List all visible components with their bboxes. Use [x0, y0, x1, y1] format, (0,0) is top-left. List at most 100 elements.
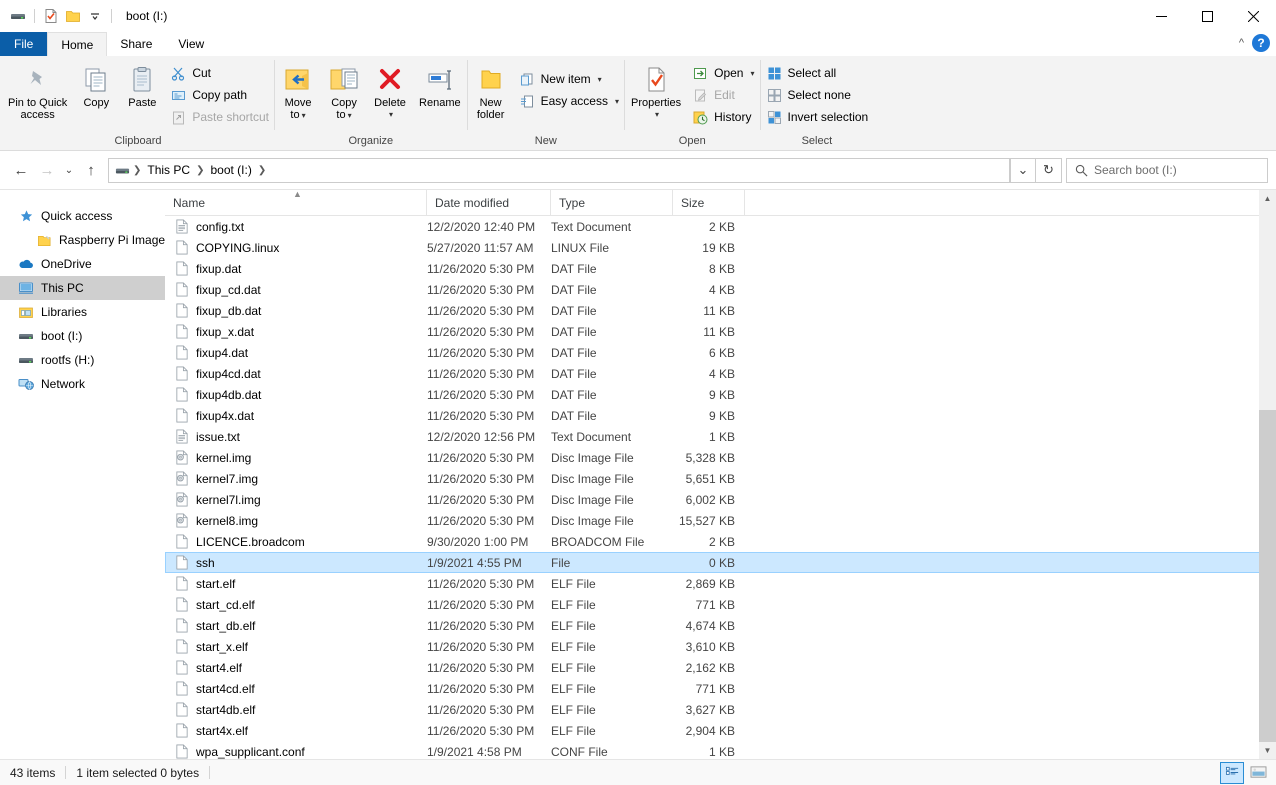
paste-shortcut-button[interactable]: Paste shortcut — [165, 106, 274, 128]
select-all-button[interactable]: Select all — [761, 62, 874, 84]
minimize-button[interactable] — [1138, 0, 1184, 32]
table-row[interactable]: fixup_cd.dat11/26/2020 5:30 PMDAT File4 … — [165, 279, 1276, 300]
copy-to-button[interactable]: Copy to▾ — [321, 60, 367, 125]
file-name-label: ssh — [196, 556, 215, 570]
new-folder-button[interactable]: New folder — [468, 60, 514, 124]
table-row[interactable]: fixup_db.dat11/26/2020 5:30 PMDAT File11… — [165, 300, 1276, 321]
table-row[interactable]: COPYING.linux5/27/2020 11:57 AMLINUX Fil… — [165, 237, 1276, 258]
file-name-label: start_db.elf — [196, 619, 255, 633]
close-button[interactable] — [1230, 0, 1276, 32]
move-to-button[interactable]: Move to▾ — [275, 60, 321, 125]
sidebar-item-this-pc[interactable]: This PC — [0, 276, 165, 300]
table-row[interactable]: start.elf11/26/2020 5:30 PMELF File2,869… — [165, 573, 1276, 594]
tab-view[interactable]: View — [165, 32, 217, 56]
cut-button[interactable]: Cut — [165, 62, 274, 84]
table-row[interactable]: start_cd.elf11/26/2020 5:30 PMELF File77… — [165, 594, 1276, 615]
table-row[interactable]: start4db.elf11/26/2020 5:30 PMELF File3,… — [165, 699, 1276, 720]
rename-button[interactable]: Rename — [413, 60, 467, 112]
paste-button[interactable]: Paste — [119, 60, 165, 112]
scrollbar-thumb[interactable] — [1259, 410, 1276, 742]
collapse-ribbon-icon[interactable]: ^ — [1239, 37, 1244, 49]
table-row[interactable]: start4cd.elf11/26/2020 5:30 PMELF File77… — [165, 678, 1276, 699]
history-label: History — [714, 110, 751, 124]
open-button[interactable]: Open ▾ — [687, 62, 759, 84]
copy-path-button[interactable]: Copy path — [165, 84, 274, 106]
table-row[interactable]: ssh1/9/2021 4:55 PMFile0 KB — [165, 552, 1276, 573]
column-header-size[interactable]: Size — [673, 190, 745, 216]
maximize-button[interactable] — [1184, 0, 1230, 32]
sidebar-item-network[interactable]: Network — [0, 372, 165, 396]
column-header-date-modified[interactable]: Date modified — [427, 190, 551, 216]
recent-locations-button[interactable]: ⌄ — [60, 157, 78, 183]
large-icons-view-button[interactable] — [1246, 762, 1270, 784]
table-row[interactable]: kernel.img11/26/2020 5:30 PMDisc Image F… — [165, 447, 1276, 468]
up-button[interactable]: ↑ — [78, 157, 104, 183]
scroll-up-arrow[interactable]: ▲ — [1259, 190, 1276, 207]
table-row[interactable]: fixup_x.dat11/26/2020 5:30 PMDAT File11 … — [165, 321, 1276, 342]
table-row[interactable]: start4x.elf11/26/2020 5:30 PMELF File2,9… — [165, 720, 1276, 741]
ribbon-group-clipboard: Pin to Quick access Copy — [2, 56, 274, 150]
tab-share[interactable]: Share — [107, 32, 165, 56]
invert-selection-button[interactable]: Invert selection — [761, 106, 874, 128]
new-folder-icon[interactable] — [62, 5, 84, 27]
table-row[interactable]: kernel7l.img11/26/2020 5:30 PMDisc Image… — [165, 489, 1276, 510]
table-row[interactable]: kernel7.img11/26/2020 5:30 PMDisc Image … — [165, 468, 1276, 489]
breadcrumb-separator-2[interactable]: ❯ — [256, 165, 268, 176]
properties-button[interactable]: Properties ▾ — [625, 60, 687, 124]
sidebar-item-libraries[interactable]: Libraries — [0, 300, 165, 324]
table-row[interactable]: fixup4.dat11/26/2020 5:30 PMDAT File6 KB — [165, 342, 1276, 363]
table-row[interactable]: start_x.elf11/26/2020 5:30 PMELF File3,6… — [165, 636, 1276, 657]
table-row[interactable]: issue.txt12/2/2020 12:56 PMText Document… — [165, 426, 1276, 447]
table-row[interactable]: wpa_supplicant.conf1/9/2021 4:58 PMCONF … — [165, 741, 1276, 759]
table-row[interactable]: start4.elf11/26/2020 5:30 PMELF File2,16… — [165, 657, 1276, 678]
table-row[interactable]: fixup4x.dat11/26/2020 5:30 PMDAT File9 K… — [165, 405, 1276, 426]
new-item-button[interactable]: New item ▾ — [514, 68, 624, 90]
help-icon[interactable]: ? — [1252, 34, 1270, 52]
breadcrumb-item-this-pc[interactable]: This PC — [143, 160, 194, 181]
copy-button[interactable]: Copy — [73, 60, 119, 112]
sidebar-item-quick-access[interactable]: Quick access — [0, 204, 165, 228]
sidebar-item-rootfs[interactable]: rootfs (H:) — [0, 348, 165, 372]
delete-button[interactable]: Delete ▾ — [367, 60, 413, 124]
refresh-button[interactable]: ↻ — [1036, 158, 1062, 183]
column-header-type[interactable]: Type — [551, 190, 673, 216]
edit-button[interactable]: Edit — [687, 84, 759, 106]
table-row[interactable]: kernel8.img11/26/2020 5:30 PMDisc Image … — [165, 510, 1276, 531]
table-row[interactable]: config.txt12/2/2020 12:40 PMText Documen… — [165, 216, 1276, 237]
details-view-button[interactable] — [1220, 762, 1244, 784]
tab-home[interactable]: Home — [47, 32, 107, 56]
table-row[interactable]: LICENCE.broadcom9/30/2020 1:00 PMBROADCO… — [165, 531, 1276, 552]
sidebar-item-onedrive[interactable]: OneDrive — [0, 252, 165, 276]
history-button[interactable]: History — [687, 106, 759, 128]
breadcrumb-bar[interactable]: ❯ This PC ❯ boot (I:) ❯ — [108, 158, 1010, 183]
back-button[interactable]: ← — [8, 157, 34, 183]
sidebar-item-boot[interactable]: boot (I:) — [0, 324, 165, 348]
properties-icon[interactable] — [40, 5, 62, 27]
drive-icon[interactable] — [7, 5, 29, 27]
breadcrumb-item-boot[interactable]: boot (I:) — [206, 160, 255, 181]
table-row[interactable]: fixup4db.dat11/26/2020 5:30 PMDAT File9 … — [165, 384, 1276, 405]
forward-button[interactable]: → — [34, 157, 60, 183]
sidebar-item-raspberry-pi-imager[interactable]: Raspberry Pi Imager — [0, 228, 165, 252]
column-header-name[interactable]: ▲ Name — [165, 190, 427, 216]
generic-file-icon — [175, 702, 189, 717]
breadcrumb-separator-1[interactable]: ❯ — [194, 165, 206, 176]
pin-label-1: Pin to Quick — [8, 97, 67, 109]
rename-label: Rename — [419, 97, 461, 109]
table-row[interactable]: fixup.dat11/26/2020 5:30 PMDAT File8 KB — [165, 258, 1276, 279]
scrollbar-track[interactable] — [1259, 207, 1276, 742]
select-none-button[interactable]: Select none — [761, 84, 874, 106]
easy-access-button[interactable]: Easy access ▾ — [514, 90, 624, 112]
address-dropdown-button[interactable]: ⌄ — [1010, 158, 1036, 183]
ribbon-group-new: New folder New item ▾ — [468, 56, 624, 150]
table-row[interactable]: start_db.elf11/26/2020 5:30 PMELF File4,… — [165, 615, 1276, 636]
sidebar-label-libraries: Libraries — [41, 305, 87, 319]
customize-caret-icon[interactable] — [84, 5, 106, 27]
scroll-down-arrow[interactable]: ▼ — [1259, 742, 1276, 759]
cell-date-modified: 11/26/2020 5:30 PM — [427, 493, 551, 507]
tab-file[interactable]: File — [0, 32, 47, 56]
pin-to-quick-access-button[interactable]: Pin to Quick access — [2, 60, 73, 124]
vertical-scrollbar[interactable]: ▲ ▼ — [1259, 190, 1276, 759]
table-row[interactable]: fixup4cd.dat11/26/2020 5:30 PMDAT File4 … — [165, 363, 1276, 384]
search-box[interactable]: Search boot (I:) — [1066, 158, 1268, 183]
